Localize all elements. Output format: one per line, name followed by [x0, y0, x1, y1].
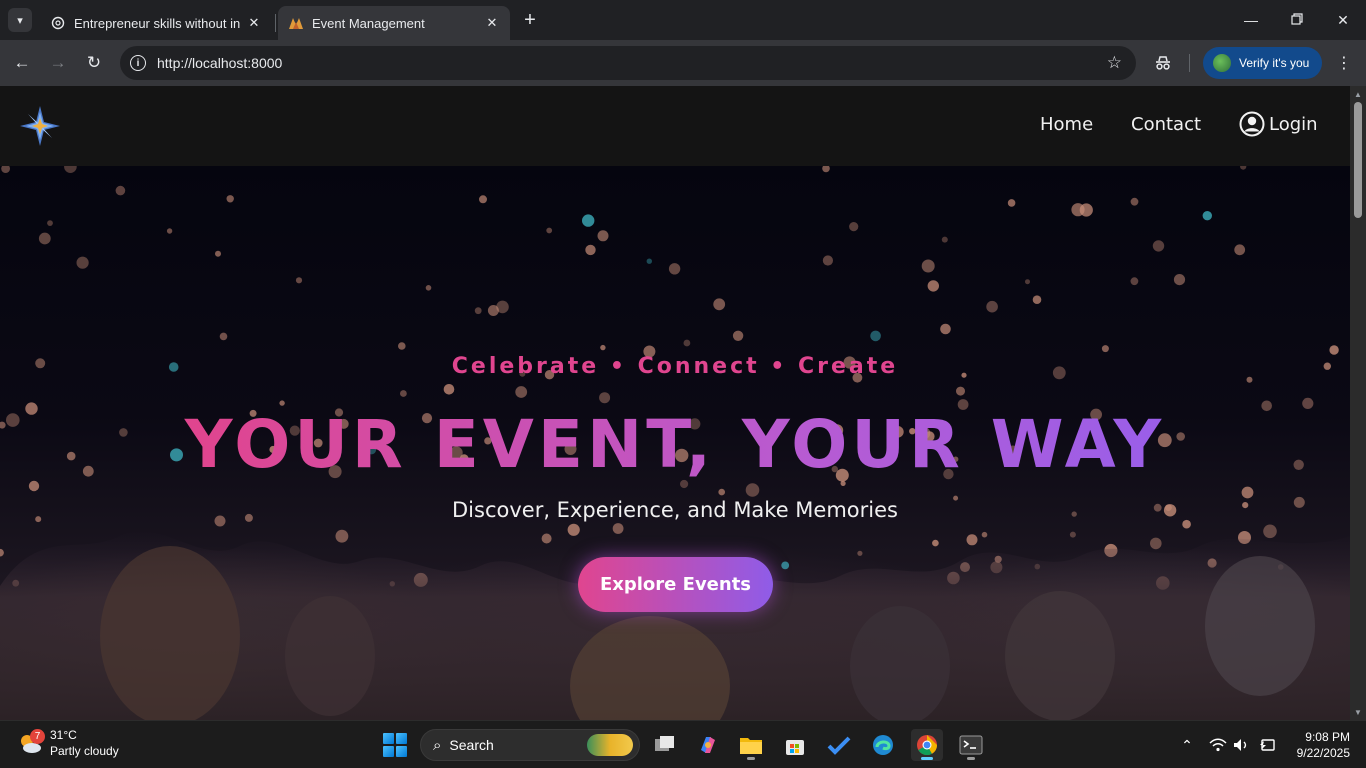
browser-toolbar: ← → ↻ i http://localhost:8000 ☆ Verify i…	[0, 40, 1366, 86]
windows-taskbar: 7 31°C Partly cloudy ⌕ Search ⌃ 9:08 PM …	[0, 720, 1366, 768]
plus-icon: +	[524, 8, 536, 31]
clock-date: 9/22/2025	[1296, 746, 1350, 760]
folder-icon	[740, 738, 762, 754]
volume-icon[interactable]	[1232, 735, 1252, 755]
store-icon	[786, 740, 804, 755]
copilot-button[interactable]	[692, 729, 724, 761]
hero-content: Celebrate • Connect • Create YOUR EVENT,…	[0, 166, 1350, 720]
forward-button[interactable]: →	[44, 49, 72, 77]
microsoft-store-button[interactable]	[779, 729, 811, 761]
profile-avatar	[1213, 54, 1231, 72]
scroll-down-icon[interactable]: ▼	[1353, 707, 1363, 717]
toolbar-divider	[1189, 54, 1190, 72]
nav-contact-link[interactable]: Contact	[1131, 114, 1201, 135]
running-indicator	[921, 757, 933, 760]
battery-icon[interactable]	[1257, 735, 1277, 755]
nav-login-label: Login	[1269, 113, 1318, 135]
copilot-icon	[701, 737, 715, 753]
user-circle-icon	[1239, 111, 1265, 137]
profile-verify-button[interactable]: Verify it's you	[1203, 47, 1322, 79]
file-explorer-button[interactable]	[735, 729, 767, 761]
search-icon: ⌕	[433, 736, 442, 754]
tab-separator	[275, 14, 276, 32]
new-tab-button[interactable]: +	[518, 8, 542, 32]
hero-subheadline: Discover, Experience, and Make Memories	[452, 498, 898, 522]
tab-search-button[interactable]: ▾	[8, 8, 32, 32]
nav-login-link[interactable]: Login	[1239, 111, 1318, 137]
browser-tab-strip: ▾ Entrepreneur skills without inve ✕ Eve…	[0, 0, 1366, 40]
wifi-icon[interactable]	[1208, 735, 1228, 755]
partly-cloudy-icon: 7	[16, 729, 45, 757]
arrow-right-icon: →	[49, 53, 67, 72]
scroll-up-icon[interactable]: ▲	[1353, 89, 1363, 99]
site-info-icon[interactable]: i	[130, 55, 146, 71]
address-bar[interactable]: i http://localhost:8000 ☆	[120, 46, 1136, 80]
site-favicon-icon	[288, 15, 304, 31]
site-navbar: Home Contact Login	[0, 86, 1350, 166]
restore-button[interactable]	[1274, 0, 1320, 40]
task-view-button[interactable]	[649, 729, 681, 761]
address-url[interactable]: http://localhost:8000	[157, 55, 1107, 71]
nav-home-link[interactable]: Home	[1040, 114, 1093, 135]
taskbar-clock[interactable]: 9:08 PM 9/22/2025	[1280, 729, 1350, 761]
page-scrollbar[interactable]: ▲ ▼	[1350, 86, 1366, 720]
start-button[interactable]	[383, 733, 407, 757]
terminal-button[interactable]	[955, 729, 987, 761]
hero-tagline: Celebrate • Connect • Create	[451, 354, 899, 379]
chevron-down-icon: ▾	[17, 14, 23, 27]
edge-button[interactable]	[867, 729, 899, 761]
tab-title: Event Management	[312, 15, 425, 31]
weather-badge: 7	[30, 729, 45, 744]
running-indicator	[747, 757, 755, 760]
restore-icon	[1291, 12, 1303, 28]
weather-temp: 31°C	[50, 728, 77, 742]
minimize-button[interactable]: —	[1228, 0, 1274, 40]
profile-verify-label: Verify it's you	[1239, 56, 1310, 70]
explore-events-button[interactable]: Explore Events	[578, 557, 773, 612]
back-button[interactable]: ←	[8, 49, 36, 77]
tab-title: Entrepreneur skills without inve	[74, 15, 240, 31]
todo-button[interactable]	[823, 729, 855, 761]
kebab-menu-icon[interactable]: ⋮	[1334, 53, 1354, 73]
weather-condition: Partly cloudy	[50, 744, 119, 758]
taskbar-search-label: Search	[449, 737, 494, 753]
arrow-left-icon: ←	[13, 53, 31, 72]
browser-tab-event-management[interactable]: Event Management ✕	[278, 6, 510, 40]
terminal-icon	[959, 735, 983, 755]
chrome-icon	[917, 735, 938, 756]
hero-section: Celebrate • Connect • Create YOUR EVENT,…	[0, 166, 1350, 720]
reload-button[interactable]: ↻	[80, 49, 108, 77]
close-tab-icon[interactable]: ✕	[484, 15, 500, 31]
minimize-icon: —	[1244, 12, 1258, 28]
close-window-button[interactable]: ✕	[1320, 0, 1366, 40]
clock-time: 9:08 PM	[1305, 730, 1350, 744]
taskbar-search[interactable]: ⌕ Search	[420, 729, 640, 761]
browser-tab-entrepreneur[interactable]: Entrepreneur skills without inve ✕	[40, 6, 272, 40]
hero-headline: YOUR EVENT, YOUR WAY	[0, 406, 1350, 483]
chevron-up-icon[interactable]: ⌃	[1177, 735, 1197, 755]
incognito-icon[interactable]	[1153, 53, 1173, 73]
page-viewport: Home Contact Login Celebrate • Connect •…	[0, 86, 1350, 720]
site-logo[interactable]	[18, 104, 62, 148]
star-icon[interactable]: ☆	[1107, 53, 1122, 73]
close-icon: ✕	[1337, 11, 1349, 28]
chrome-button[interactable]	[911, 729, 943, 761]
close-tab-icon[interactable]: ✕	[246, 15, 262, 31]
checkmark-icon	[827, 736, 851, 755]
running-indicator	[967, 757, 975, 760]
task-view-icon	[655, 736, 674, 751]
search-highlight-art	[587, 734, 633, 756]
openai-favicon-icon	[50, 15, 66, 31]
scrollbar-thumb[interactable]	[1354, 102, 1362, 218]
edge-icon	[873, 735, 893, 755]
reload-icon: ↻	[86, 53, 102, 72]
weather-widget[interactable]: 7 31°C Partly cloudy	[16, 727, 119, 759]
